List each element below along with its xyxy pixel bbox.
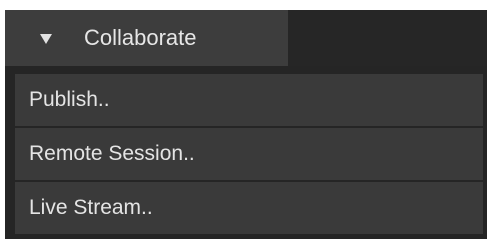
tab-label: Collaborate: [84, 25, 197, 50]
menu-item-remote-session[interactable]: Remote Session..: [15, 128, 483, 180]
tab-collaborate[interactable]: Collaborate: [5, 10, 288, 66]
collaborate-menu: Publish.. Remote Session.. Live Stream..: [15, 74, 483, 236]
menu-item-live-stream[interactable]: Live Stream..: [15, 182, 483, 234]
triangle-down-icon: [40, 34, 52, 44]
collaborate-panel: Collaborate Publish.. Remote Session.. L…: [5, 10, 487, 239]
menu-item-label: Publish..: [29, 88, 110, 111]
menu-item-publish[interactable]: Publish..: [15, 74, 483, 126]
menu-item-label: Live Stream..: [29, 196, 153, 219]
tab-bar: Collaborate: [5, 10, 487, 66]
menu-item-label: Remote Session..: [29, 142, 195, 165]
